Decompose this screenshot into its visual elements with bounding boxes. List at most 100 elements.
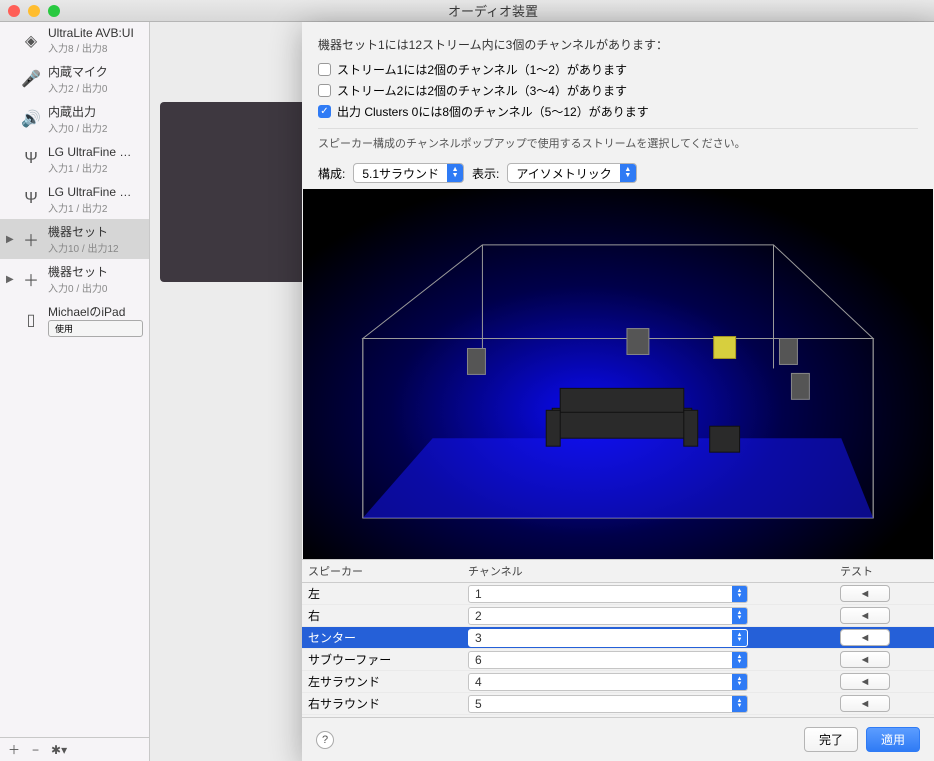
content-area: ▦ ☰ ? AVB 入力 出力 音ずれ補正 2002028810 スピーカーを構… xyxy=(150,22,934,761)
traffic-lights xyxy=(8,5,60,17)
sheet-title: 機器セット1には12ストリーム内に3個のチャンネルがあります： xyxy=(318,36,918,53)
minimize-icon[interactable] xyxy=(28,5,40,17)
channel-select[interactable]: 6▲▼ xyxy=(468,651,748,669)
stream-checkbox[interactable] xyxy=(318,105,331,118)
device-name: 機器セット xyxy=(48,263,143,280)
room-visualization[interactable] xyxy=(303,189,933,559)
speaker-name: 右 xyxy=(302,604,462,627)
device-list: ◈UltraLite AVB:UI入力8 / 出力8 🎤 内蔵マイク入力2 / 出力… xyxy=(0,22,149,737)
disclosure-icon[interactable]: ▶ xyxy=(6,274,14,285)
use-button[interactable]: 使用 xyxy=(48,320,143,337)
config-label: 構成: xyxy=(318,165,345,182)
close-icon[interactable] xyxy=(8,5,20,17)
channel-select[interactable]: 4▲▼ xyxy=(468,673,748,691)
device-icon: 🎤 xyxy=(20,68,42,90)
center-speaker-icon xyxy=(714,337,736,359)
sheet-instruction: スピーカー構成のチャンネルポップアップで使用するストリームを選択してください。 xyxy=(318,128,918,151)
speaker-row[interactable]: 右 2▲▼ ◄ xyxy=(302,605,934,627)
device-item[interactable]: ▯ MichaelのiPad使用 xyxy=(0,299,149,341)
channel-select[interactable]: 2▲▼ xyxy=(468,607,748,625)
apply-button[interactable]: 適用 xyxy=(866,727,920,752)
stepper-icon: ▲▼ xyxy=(447,164,463,182)
stream-label: 出力 Clusters 0には8個のチャンネル（5〜12）があります xyxy=(337,103,649,120)
device-name: LG UltraFine 接続 xyxy=(48,143,143,160)
speaker-row[interactable]: 左 1▲▼ ◄ xyxy=(302,583,934,605)
device-sub: 入力10 / 出力12 xyxy=(48,240,143,255)
remove-button[interactable]: − xyxy=(32,743,39,757)
gear-menu[interactable]: ✱▾ xyxy=(51,743,67,757)
speaker-name: センター xyxy=(302,626,462,649)
sidebar-toolbar: ＋ − ✱▾ xyxy=(0,737,149,761)
disclosure-icon[interactable]: ▶ xyxy=(6,234,14,245)
sheet-footer: ? 完了 適用 xyxy=(302,717,934,761)
channel-select[interactable]: 5▲▼ xyxy=(468,695,748,713)
speaker-name: 左 xyxy=(302,582,462,605)
add-button[interactable]: ＋ xyxy=(8,741,20,758)
zoom-icon[interactable] xyxy=(48,5,60,17)
device-item[interactable]: ▶ ＋ 機器セット入力0 / 出力0 xyxy=(0,259,149,299)
speaker-row[interactable]: 右サラウンド5▲▼◄ xyxy=(302,693,934,715)
device-name: MichaelのiPad xyxy=(48,303,143,320)
done-button[interactable]: 完了 xyxy=(804,727,858,752)
display-label: 表示: xyxy=(472,165,499,182)
device-sub: 入力0 / 出力2 xyxy=(48,120,143,135)
titlebar: オーディオ装置 xyxy=(0,0,934,22)
stream-label: ストリーム2には2個のチャンネル（3〜4）があります xyxy=(337,82,627,99)
test-button[interactable]: ◄ xyxy=(840,651,890,668)
test-button[interactable]: ◄ xyxy=(840,673,890,690)
channel-select[interactable]: 3▲▼ xyxy=(468,629,748,647)
stream-checkbox[interactable] xyxy=(318,63,331,76)
device-sub: 入力8 / 出力8 xyxy=(48,40,143,55)
device-icon: ＋ xyxy=(20,228,42,250)
stepper-icon: ▲▼ xyxy=(732,608,747,624)
test-button[interactable]: ◄ xyxy=(840,695,890,712)
speaker-row[interactable]: サブウーファー6▲▼◄ xyxy=(302,649,934,671)
device-icon: Ψ xyxy=(20,188,42,210)
device-item[interactable]: 🎤 内蔵マイク入力2 / 出力0 xyxy=(0,59,149,99)
stepper-icon: ▲▼ xyxy=(732,630,747,646)
config-value: 5.1サラウンド xyxy=(354,165,447,182)
window-title: オーディオ装置 xyxy=(60,1,926,20)
display-value: アイソメトリック xyxy=(508,165,619,182)
device-icon: ＋ xyxy=(20,268,42,290)
col-speaker: スピーカー xyxy=(302,560,462,582)
stepper-icon: ▲▼ xyxy=(732,674,747,690)
test-button[interactable]: ◄ xyxy=(840,585,890,602)
device-sub: 入力1 / 出力2 xyxy=(48,200,143,215)
stream-row: 出力 Clusters 0には8個のチャンネル（5〜12）があります xyxy=(318,101,918,122)
sheet-help-button[interactable]: ? xyxy=(316,731,334,749)
device-name: 機器セット xyxy=(48,223,143,240)
test-button[interactable]: ◄ xyxy=(840,607,890,624)
device-icon: 🔊 xyxy=(20,108,42,130)
device-sub: 入力0 / 出力0 xyxy=(48,280,143,295)
display-select[interactable]: アイソメトリック ▲▼ xyxy=(507,163,636,183)
stream-label: ストリーム1には2個のチャンネル（1〜2）があります xyxy=(337,61,627,78)
config-select[interactable]: 5.1サラウンド ▲▼ xyxy=(353,163,464,183)
device-item[interactable]: ▶ ＋ 機器セット入力10 / 出力12 xyxy=(0,219,149,259)
col-test: テスト xyxy=(834,560,934,582)
speaker-name: 左サラウンド xyxy=(302,670,462,693)
test-button[interactable]: ◄ xyxy=(840,629,890,646)
device-item[interactable]: 🔊 内蔵出力入力0 / 出力2 xyxy=(0,99,149,139)
speaker-table: スピーカー チャンネル テスト 左1▲▼◄右2▲▼◄センター3▲▼◄サブウーファ… xyxy=(302,559,934,717)
stepper-icon: ▲▼ xyxy=(620,164,636,182)
stream-row: ストリーム1には2個のチャンネル（1〜2）があります xyxy=(318,59,918,80)
stepper-icon: ▲▼ xyxy=(732,652,747,668)
device-icon: ▯ xyxy=(20,309,42,331)
speaker-row[interactable]: 左サラウンド 4▲▼ ◄ xyxy=(302,671,934,693)
speaker-row[interactable]: センター 3▲▼ ◄ xyxy=(302,627,934,649)
stepper-icon: ▲▼ xyxy=(732,586,747,602)
stream-row: ストリーム2には2個のチャンネル（3〜4）があります xyxy=(318,80,918,101)
speaker-config-sheet: 機器セット1には12ストリーム内に3個のチャンネルがあります： ストリーム1には… xyxy=(302,22,934,761)
device-icon: Ψ xyxy=(20,148,42,170)
device-name: LG UltraFine 接続 xyxy=(48,183,143,200)
device-item[interactable]: ΨLG UltraFine 接続入力1 / 出力2 xyxy=(0,139,149,179)
col-channel: チャンネル xyxy=(462,560,834,582)
channel-select[interactable]: 1▲▼ xyxy=(468,585,748,603)
device-item[interactable]: ◈UltraLite AVB:UI入力8 / 出力8 xyxy=(0,22,149,59)
device-name: 内蔵出力 xyxy=(48,103,143,120)
device-name: 内蔵マイク xyxy=(48,63,143,80)
stream-checkbox[interactable] xyxy=(318,84,331,97)
device-item[interactable]: Ψ LG UltraFine 接続入力1 / 出力2 xyxy=(0,179,149,219)
device-sub: 入力2 / 出力0 xyxy=(48,80,143,95)
